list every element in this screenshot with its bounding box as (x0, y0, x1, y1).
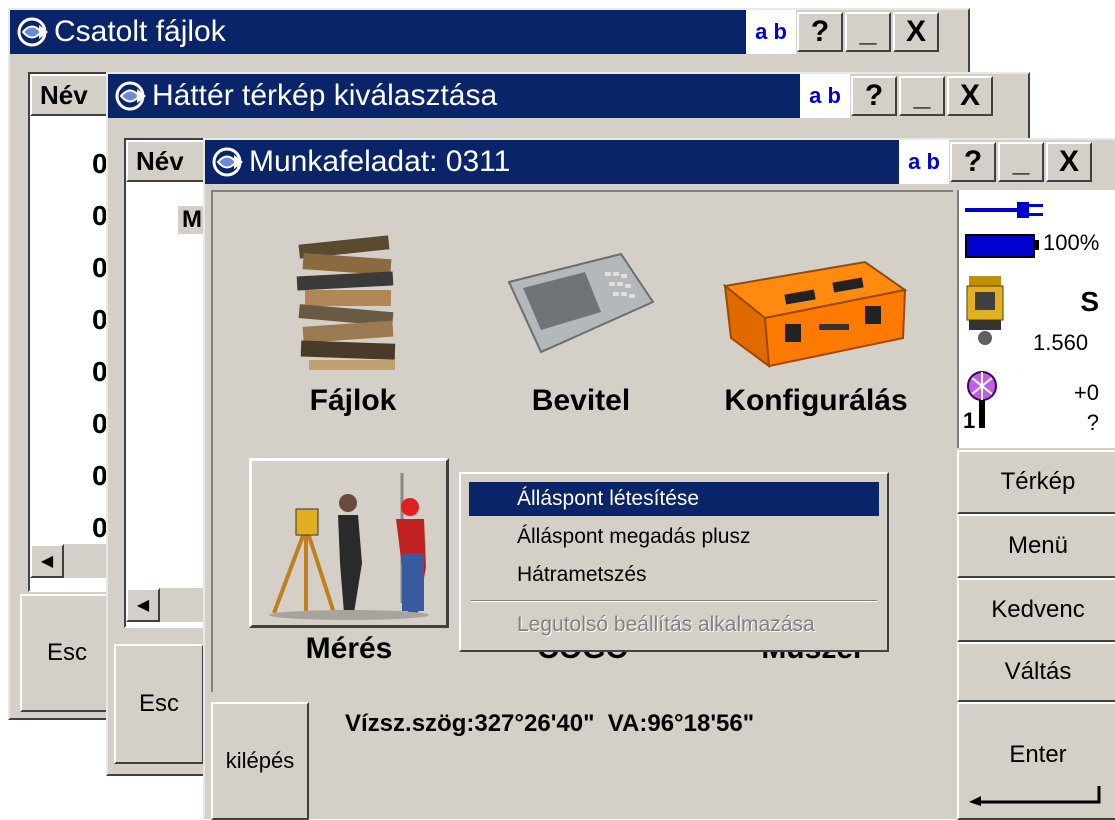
app-logo-icon (205, 140, 249, 184)
input-mode-indicator[interactable]: a b (746, 10, 796, 54)
files-app[interactable]: Fájlok (263, 232, 443, 432)
toolbox-icon (722, 260, 908, 369)
esc-button[interactable]: Esc (114, 644, 204, 764)
instrument-code: S (1080, 286, 1099, 317)
battery-tip (1035, 240, 1039, 250)
exit-button[interactable]: kilépés (211, 702, 309, 820)
instrument-height: 1.560 (1033, 330, 1089, 355)
measure-app[interactable]: Mérés (249, 458, 449, 682)
measure-button-frame[interactable] (249, 458, 449, 628)
title-bar[interactable]: Csatolt fájlok (10, 10, 746, 54)
angle-readout: Vízsz.szög:327°26'40" VA:96°18'56" (345, 710, 755, 737)
menu-item-allaspont-megadas-plusz[interactable]: Álláspont megadás plusz (469, 520, 879, 554)
input-mode-indicator[interactable]: a b (899, 140, 949, 184)
app-logo-icon (10, 10, 54, 54)
menu-item-hatrametszes[interactable]: Hátrametszés (469, 558, 879, 592)
menu-button[interactable]: Menü (957, 514, 1115, 578)
files-icon (296, 235, 396, 370)
title-bar[interactable]: Munkafeladat: 0311 (205, 140, 899, 184)
config-app[interactable]: Konfigurálás (691, 232, 941, 432)
map-button[interactable]: Térkép (957, 450, 1115, 514)
app-logo-icon (108, 74, 152, 118)
battery-icon (965, 234, 1035, 258)
input-label: Bevitel (531, 384, 631, 417)
favorites-button[interactable]: Kedvenc (957, 578, 1115, 642)
input-mode-indicator[interactable]: a b (800, 74, 850, 118)
scroll-left-icon[interactable]: ◀ (30, 544, 64, 578)
window-title: Csatolt fájlok (54, 15, 226, 48)
minimize-button[interactable]: _ (899, 76, 945, 116)
window-title: Munkafeladat: 0311 (249, 145, 511, 178)
close-button[interactable]: X (947, 76, 993, 116)
prism-unknown: ? (1086, 410, 1099, 435)
window-munkafeladat: Munkafeladat: 0311 a b ? _ X Fájlok Bevi… (203, 138, 1115, 820)
enter-arrow-icon (969, 786, 1101, 806)
files-label: Fájlok (309, 384, 397, 417)
prism-offset: +0 (1073, 380, 1099, 405)
minimize-button[interactable]: _ (998, 142, 1044, 182)
minimize-button[interactable]: _ (845, 12, 891, 52)
menu-item-legutolso-beallitas: Legutolsó beállítás alkalmazása (517, 613, 815, 636)
total-station-icon (966, 276, 1004, 345)
close-button[interactable]: X (1046, 142, 1092, 182)
status-panel: 100% S 1.560 1 +0 ? (957, 190, 1115, 448)
help-button[interactable]: ? (950, 142, 996, 182)
controller-device-icon (507, 252, 655, 354)
battery-percent: 100% (1043, 230, 1100, 255)
esc-button[interactable]: Esc (20, 594, 114, 712)
context-menu: Álláspont létesítése Álláspont megadás p… (459, 472, 889, 652)
measure-label: Mérés (305, 632, 393, 665)
help-button[interactable]: ? (851, 76, 897, 116)
title-bar[interactable]: Háttér térkép kiválasztása (108, 74, 800, 118)
title-controls: a b ? _ X (899, 140, 1093, 184)
menu-item-allaspont-letesitese[interactable]: Álláspont létesítése (469, 482, 879, 516)
scroll-left-icon[interactable]: ◀ (126, 588, 160, 622)
surveyors-icon (269, 473, 429, 620)
prism-number: 1 (963, 408, 976, 433)
close-button[interactable]: X (893, 12, 939, 52)
power-plug-icon (965, 202, 1043, 218)
title-controls: a b ? _ X (800, 74, 994, 118)
list-item[interactable]: M (178, 206, 206, 234)
menu-separator (471, 600, 877, 602)
switch-button[interactable]: Váltás (957, 642, 1115, 702)
title-controls: a b ? _ X (746, 10, 940, 54)
input-app[interactable]: Bevitel (491, 232, 671, 432)
enter-label: Enter (1009, 741, 1067, 768)
config-label: Konfigurálás (724, 384, 908, 417)
window-title: Háttér térkép kiválasztása (152, 79, 498, 112)
enter-button[interactable]: Enter (957, 702, 1115, 820)
help-button[interactable]: ? (797, 12, 843, 52)
